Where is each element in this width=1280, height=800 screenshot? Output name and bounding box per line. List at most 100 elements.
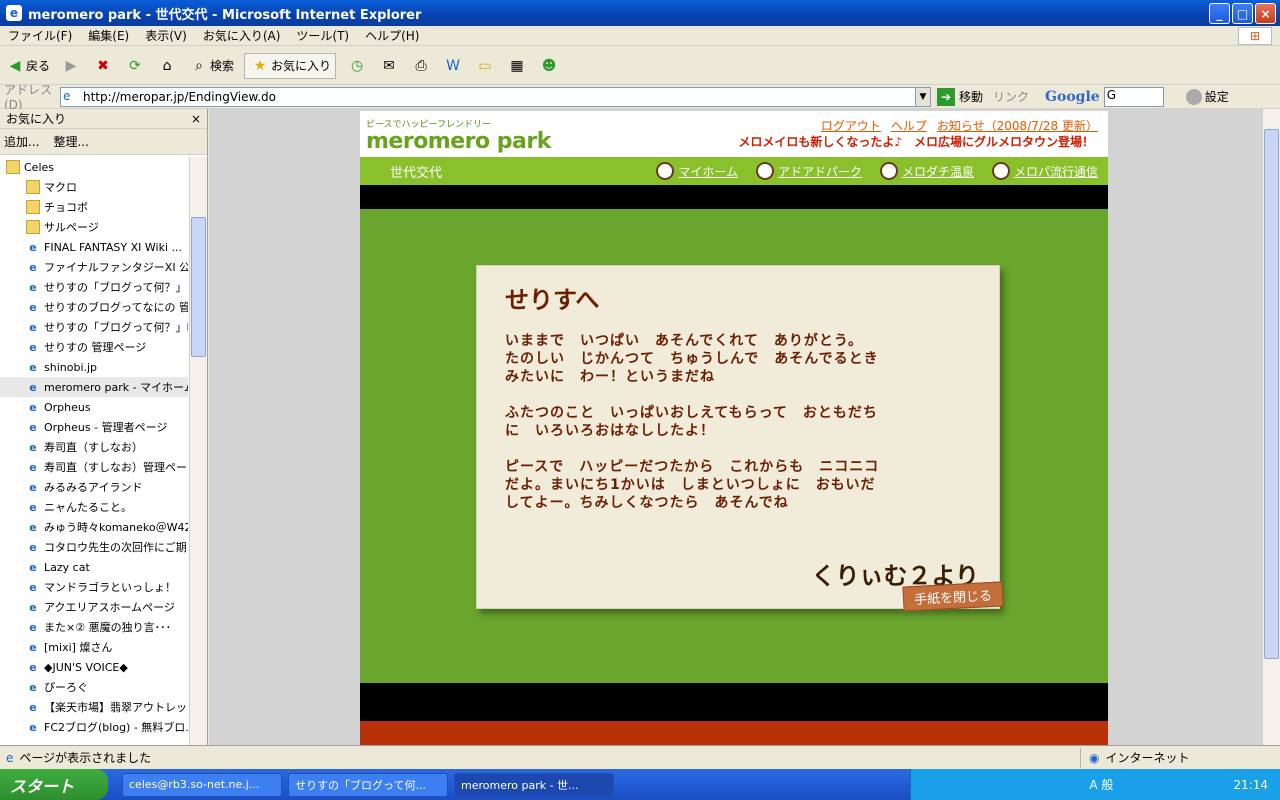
favorite-link[interactable]: e [mixi] 燦さん [0, 637, 188, 657]
favorite-label: Celes [24, 160, 55, 174]
logout-link[interactable]: ログアウト [821, 117, 881, 134]
favorite-link[interactable]: e Orpheus [0, 397, 188, 417]
favorite-link[interactable]: e また×② 悪魔の独り言･･･ [0, 617, 188, 637]
mail-icon: ✉ [383, 57, 395, 74]
search-label: 検索 [210, 59, 235, 73]
page-icon: e [29, 680, 37, 694]
menu-help[interactable]: ヘルプ(H) [357, 27, 427, 44]
stop-button[interactable]: ✖ [92, 55, 114, 77]
google-search-input[interactable]: G [1103, 86, 1164, 107]
menu-view[interactable]: 表示(V) [137, 27, 195, 44]
favorite-link[interactable]: e アクエリアスホームページ [0, 597, 188, 617]
favorite-link[interactable]: e せりすのブログってなにの 管... [0, 297, 188, 317]
back-button[interactable]: ◀ 戻る [4, 55, 50, 77]
close-button[interactable]: × [1255, 3, 1276, 24]
page-icon: e [29, 500, 37, 514]
nav-onsen[interactable]: メロダチ温泉 [879, 162, 974, 180]
page-icon: e [29, 620, 37, 634]
go-button[interactable]: ➔ 移動 [937, 87, 983, 106]
sidebar-scrollbar[interactable] [189, 157, 207, 745]
task-blog[interactable]: せりすの「ブログって何... [288, 772, 448, 797]
favorite-link[interactable]: e ファイナルファンタジーXI 公式... [0, 257, 188, 277]
nav-trend[interactable]: メロパ流行通信 [991, 162, 1098, 180]
sidebar-header: お気に入り × [0, 109, 207, 129]
favorite-link[interactable]: e FC2ブログ(blog) - 無料ブロ... [0, 717, 188, 737]
favorite-link[interactable]: e 【楽天市場】翡翠アウトレット... [0, 697, 188, 717]
favorite-link[interactable]: e マンドラゴラといっしょ！ [0, 577, 188, 597]
address-dropdown[interactable]: ▼ [915, 86, 931, 107]
home-button[interactable]: ⌂ [156, 55, 178, 77]
favorite-link[interactable]: e ◆JUN'S VOICE◆ [0, 657, 188, 677]
mail-button[interactable]: ✉ [378, 55, 400, 77]
favorite-label: [mixi] 燦さん [44, 641, 113, 654]
favorite-folder[interactable]: チョコボ [0, 197, 188, 217]
forward-button[interactable]: ▶ [60, 55, 82, 77]
folder-icon [6, 160, 20, 174]
favorite-link[interactable]: e せりすの「ブログって何？」 [0, 277, 188, 297]
zone-text: インターネット [1105, 751, 1190, 765]
nav-adpark[interactable]: アドアドパーク [755, 162, 862, 180]
research-button[interactable]: ▦ [506, 55, 528, 77]
favorite-label: マクロ [44, 181, 77, 194]
favorite-link[interactable]: e みるみるアイランド [0, 477, 188, 497]
favorite-link[interactable]: e せりすの「ブログって何？」FC... [0, 317, 188, 337]
favorite-label: せりすの「ブログって何？」 [44, 281, 187, 294]
favorite-link[interactable]: e meromero park - マイホーム [0, 377, 188, 397]
favorite-link[interactable]: e FINAL FANTASY XI Wiki ... [0, 237, 188, 257]
menu-edit[interactable]: 編集(E) [80, 27, 137, 44]
refresh-button[interactable]: ⟳ [124, 55, 146, 77]
menu-favorites[interactable]: お気に入り(A) [195, 27, 289, 44]
nav-myhome[interactable]: マイホーム [656, 162, 738, 180]
minimize-button[interactable]: _ [1209, 3, 1230, 24]
organize-favorites-button[interactable]: 整理... [53, 133, 88, 150]
messenger-button[interactable]: ☻ [538, 55, 560, 77]
start-button[interactable]: スタート [0, 769, 108, 800]
favorite-link[interactable]: e 寿司直（すしなお）管理ページ [0, 457, 188, 477]
favorite-link[interactable]: e せりすの 管理ページ [0, 337, 188, 357]
favorite-link[interactable]: e ぴーろぐ [0, 677, 188, 697]
favorite-label: せりすの 管理ページ [44, 341, 147, 354]
add-favorite-button[interactable]: 追加... [4, 133, 39, 150]
ime-indicator[interactable]: A 般 [1089, 776, 1113, 793]
page-scroll-thumb[interactable] [1264, 129, 1279, 659]
favorite-link[interactable]: e Lazy cat [0, 557, 188, 577]
favorites-button[interactable]: ★ お気に入り [244, 52, 337, 79]
history-button[interactable]: ◷ [346, 55, 368, 77]
menu-tools[interactable]: ツール(T) [288, 27, 357, 44]
favorite-link[interactable]: e ニャんたること。 [0, 497, 188, 517]
status-page-icon: e [6, 750, 14, 765]
discuss-button[interactable]: ▭ [474, 55, 496, 77]
favorite-folder[interactable]: サルページ [0, 217, 188, 237]
task-mail[interactable]: celes@rb3.so-net.ne.j... [122, 772, 282, 797]
help-link[interactable]: ヘルプ [891, 117, 927, 134]
favorite-link[interactable]: e Orpheus - 管理者ページ [0, 417, 188, 437]
sidebar-scroll-thumb[interactable] [191, 217, 206, 357]
favorite-link[interactable]: e shinobi.jp [0, 357, 188, 377]
address-input[interactable]: e http://meropar.jp/EndingView.do [60, 86, 916, 107]
news-banner[interactable]: メロメイロも新しくなったよ♪ メロ広場にグルメロタウン登場！ [738, 133, 1094, 150]
favorite-link[interactable]: e コタロウ先生の次回作にご期... [0, 537, 188, 557]
page-icon: e [29, 320, 37, 334]
page-scrollbar[interactable] [1262, 109, 1280, 745]
favorite-folder[interactable]: マクロ [0, 177, 188, 197]
menu-bar: ファイル(F) 編集(E) 表示(V) お気に入り(A) ツール(T) ヘルプ(… [0, 26, 1280, 46]
site-logo[interactable]: meromero park [366, 129, 551, 154]
favorite-folder[interactable]: Celes [0, 157, 188, 177]
system-tray: A 般 21:14 [910, 769, 1280, 800]
nav-title: 世代交代 [390, 165, 443, 181]
favorite-label: せりすのブログってなにの 管... [44, 301, 188, 314]
news-link[interactable]: お知らせ（2008/7/28 更新） [937, 117, 1098, 134]
task-meromero[interactable]: meromero park - 世... [454, 772, 614, 797]
close-letter-button[interactable]: 手紙を閉じる [902, 581, 1004, 612]
menu-file[interactable]: ファイル(F) [0, 27, 80, 44]
sidebar-close-icon[interactable]: × [191, 112, 201, 126]
maximize-button[interactable]: □ [1232, 3, 1253, 24]
edit-button[interactable]: W [442, 55, 464, 77]
print-button[interactable]: ⎙ [410, 55, 432, 77]
favorite-link[interactable]: e 寿司直（すしなお） [0, 437, 188, 457]
forward-arrow-icon: ▶ [65, 57, 77, 74]
links-button[interactable]: リンク [993, 88, 1029, 105]
search-button[interactable]: ⌕ 検索 [188, 55, 234, 77]
favorite-link[interactable]: e みゅう時々komaneko＠W42... [0, 517, 188, 537]
settings-button[interactable]: 設定 [1185, 88, 1229, 105]
